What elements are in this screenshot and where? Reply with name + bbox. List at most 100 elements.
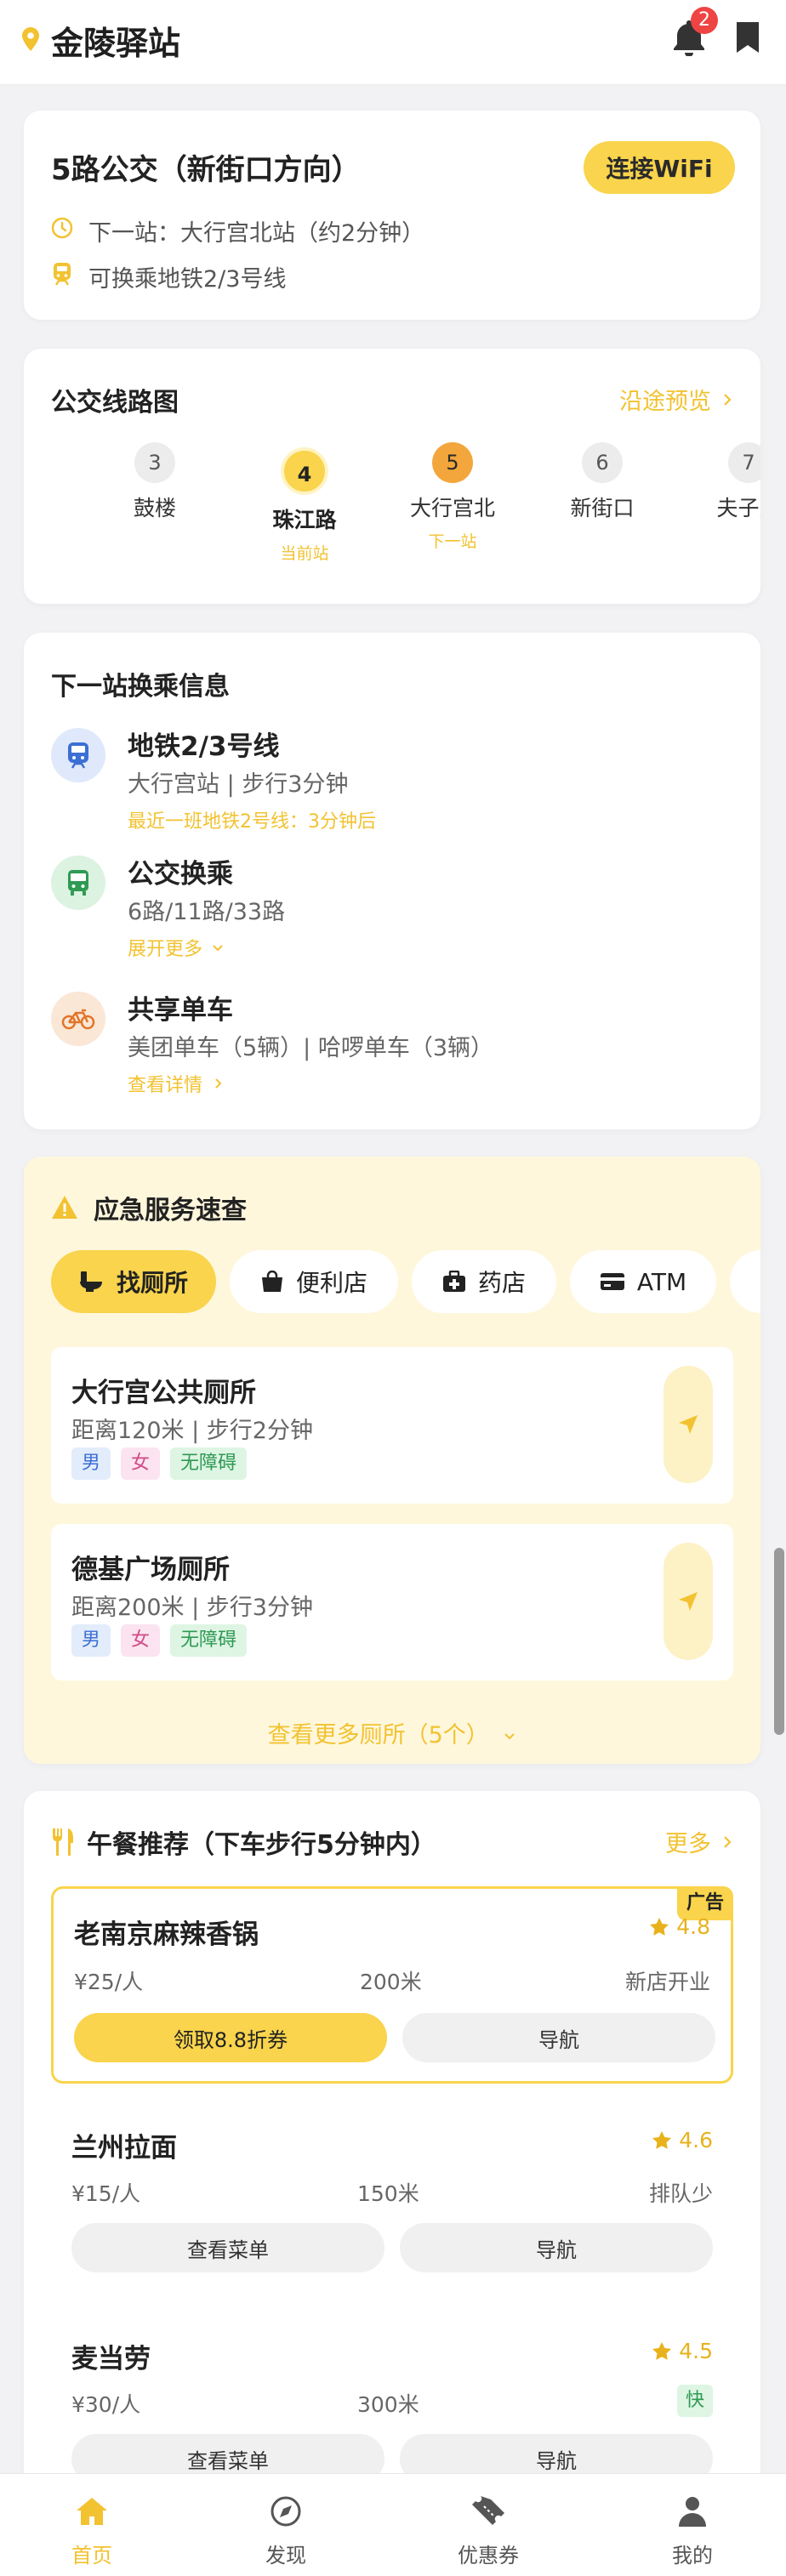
- transfer-bike-title: 共享单车: [128, 995, 233, 1026]
- nav-home[interactable]: 首页: [32, 2493, 151, 2568]
- navigate-button[interactable]: 导航: [400, 2223, 713, 2272]
- view-details-label: 查看详情: [128, 1075, 203, 1096]
- chip-toilet[interactable]: 找厕所: [51, 1250, 216, 1313]
- lunch-header: 午餐推荐（下车步行5分钟内）: [51, 1823, 436, 1861]
- fast-tag: 快: [676, 2385, 713, 2417]
- restaurant-meta: ¥25/人 200米 新店开业: [74, 1965, 710, 1996]
- bus-icon: [51, 856, 105, 910]
- next-stop-text: 下一站：大行宫北站（约2分钟）: [88, 220, 425, 247]
- transfer-title: 下一站换乘信息: [51, 672, 230, 702]
- scrollbar[interactable]: [774, 1548, 784, 1735]
- toilet-tags: 男 女 无障碍: [71, 1447, 257, 1480]
- nav-coupons[interactable]: 优惠券: [429, 2493, 548, 2568]
- chip-pharmacy[interactable]: 药店: [412, 1250, 556, 1313]
- emergency-header: 应急服务速查: [51, 1189, 247, 1226]
- lunch-more-link[interactable]: 更多: [665, 1825, 735, 1858]
- transfer-metro[interactable]: 地铁2/3号线 大行宫站 | 步行3分钟 最近一班地铁2号线：3分钟后: [51, 725, 732, 833]
- restaurant-card-ad[interactable]: 广告 老南京麻辣香锅 4.8 ¥25/人 200米 新店开业 领取8.8折券 导…: [51, 1886, 733, 2084]
- compass-icon: [226, 2493, 345, 2530]
- claim-coupon-button[interactable]: 领取8.8折券: [74, 2013, 387, 2062]
- star-icon: [652, 2341, 672, 2360]
- route-title: 5路公交（新街口方向）: [51, 153, 361, 187]
- restaurant-rating: 4.5: [652, 2339, 713, 2363]
- line-map-title: 公交线路图: [51, 388, 179, 418]
- home-icon: [32, 2493, 151, 2530]
- restaurant-distance: 300米: [357, 2392, 419, 2417]
- transfer-hint-text: 可换乘地铁2/3号线: [88, 266, 287, 293]
- expand-more-label: 展开更多: [128, 939, 203, 960]
- transfer-bus[interactable]: 公交换乘 6路/11路/33路 展开更多: [51, 852, 732, 960]
- warning-icon: [52, 1196, 77, 1219]
- navigation-arrow-icon: [679, 1415, 698, 1434]
- chip-atm[interactable]: ATM: [570, 1250, 716, 1313]
- lunch-more-label: 更多: [665, 1831, 711, 1857]
- station-number: 4: [281, 447, 328, 495]
- route-preview-link[interactable]: 沿途预览: [619, 383, 735, 416]
- toilet-tags: 男 女 无障碍: [71, 1624, 257, 1657]
- notification-button[interactable]: 2: [672, 7, 718, 60]
- expand-more-link[interactable]: 展开更多: [128, 934, 225, 961]
- restaurant-distance: 150米: [357, 2181, 419, 2206]
- transfer-bus-desc: 6路/11路/33路: [128, 899, 286, 925]
- restaurant-actions: 查看菜单 导航: [71, 2223, 713, 2272]
- lunch-title: 午餐推荐（下车步行5分钟内）: [87, 1830, 436, 1860]
- station-number: 6: [582, 442, 623, 483]
- bookmark-button[interactable]: [735, 22, 764, 56]
- notification-badge: 2: [691, 7, 718, 34]
- station-gulou[interactable]: 3 鼓楼: [95, 442, 214, 522]
- station-current[interactable]: 4 珠江路 当前站: [245, 447, 364, 564]
- location-pin-icon: [22, 26, 39, 54]
- emergency-card: 应急服务速查 找厕所 便利店 药店 ATM 大行宫公共厕所 距离120米 | 步…: [24, 1157, 760, 1764]
- nav-discover[interactable]: 发现: [226, 2493, 345, 2568]
- transfer-card: 下一站换乘信息 地铁2/3号线 大行宫站 | 步行3分钟 最近一班地铁2号线：3…: [24, 633, 760, 1129]
- navigate-button[interactable]: [664, 1366, 713, 1483]
- transfer-bus-title: 公交换乘: [128, 859, 233, 890]
- route-card: 5路公交（新街口方向） 连接WiFi 下一站：大行宫北站（约2分钟） 可换乘地铁…: [24, 111, 760, 320]
- chip-label: 便利店: [295, 1269, 367, 1297]
- connect-wifi-button[interactable]: 连接WiFi: [584, 141, 735, 194]
- tag-accessible: 无障碍: [170, 1447, 248, 1480]
- chip-more[interactable]: [730, 1250, 760, 1313]
- station-next[interactable]: 5 大行宫北 下一站: [393, 442, 512, 552]
- app-title: 金陵驿站: [51, 25, 181, 62]
- rating-value: 4.5: [679, 2339, 713, 2363]
- tag-female: 女: [121, 1447, 161, 1480]
- station-xinjiekou[interactable]: 6 新街口: [543, 442, 662, 522]
- navigate-button[interactable]: [664, 1543, 713, 1660]
- transfer-bike-desc: 美团单车（5辆）| 哈啰单车（3辆）: [128, 1035, 494, 1061]
- toilet-distance: 距离120米 | 步行2分钟: [71, 1418, 313, 1444]
- view-details-link[interactable]: 查看详情: [128, 1070, 225, 1097]
- chip-convenience-store[interactable]: 便利店: [230, 1250, 398, 1313]
- emergency-title: 应急服务速查: [94, 1196, 247, 1225]
- next-stop-row: 下一站：大行宫北站（约2分钟）: [51, 214, 424, 247]
- more-toilets-link[interactable]: 查看更多厕所（5个）: [24, 1716, 760, 1749]
- app-header: 金陵驿站 2: [0, 0, 786, 85]
- train-icon: [51, 262, 73, 292]
- route-preview-label: 沿途预览: [619, 389, 711, 415]
- tag-accessible: 无障碍: [170, 1624, 248, 1657]
- station-name: 珠江路: [272, 508, 337, 532]
- station-name: 新街口: [570, 496, 635, 520]
- nav-label: 优惠券: [458, 2544, 519, 2567]
- toilet-item[interactable]: 大行宫公共厕所 距离120米 | 步行2分钟 男 女 无障碍: [51, 1347, 733, 1504]
- nav-profile[interactable]: 我的: [633, 2493, 752, 2568]
- transfer-hint-row: 可换乘地铁2/3号线: [51, 260, 286, 293]
- restaurant-meta: ¥15/人 150米 排队少: [71, 2177, 713, 2208]
- chip-label: 找厕所: [116, 1269, 188, 1297]
- station-strip: 3 鼓楼 4 珠江路 当前站 5 大行宫北 下一站 6 新街口 7 夫子庙: [24, 442, 760, 578]
- restaurant-card[interactable]: 兰州拉面 4.6 ¥15/人 150米 排队少 查看菜单 导航: [51, 2106, 733, 2293]
- restaurant-name: 老南京麻辣香锅: [74, 1919, 259, 1950]
- toilet-item[interactable]: 德基广场厕所 距离200米 | 步行3分钟 男 女 无障碍: [51, 1524, 733, 1680]
- line-map-card: 公交线路图 沿途预览 3 鼓楼 4 珠江路 当前站 5 大行宫北 下一站 6 新…: [24, 349, 760, 604]
- toilet-distance: 距离200米 | 步行3分钟: [71, 1595, 313, 1621]
- chevron-right-icon: [724, 393, 732, 406]
- navigate-button[interactable]: 导航: [402, 2013, 715, 2062]
- station-status: 下一站: [428, 532, 477, 551]
- station-fuzimiao[interactable]: 7 夫子庙: [689, 442, 760, 522]
- view-menu-button[interactable]: 查看菜单: [71, 2223, 384, 2272]
- restaurant-rating: 4.8: [649, 1914, 710, 1939]
- transfer-bike[interactable]: 共享单车 美团单车（5辆）| 哈啰单车（3辆） 查看详情: [51, 988, 732, 1096]
- navigation-arrow-icon: [679, 1592, 698, 1611]
- restaurant-extra: 排队少: [648, 2181, 713, 2206]
- fork-knife-icon: [53, 1828, 73, 1856]
